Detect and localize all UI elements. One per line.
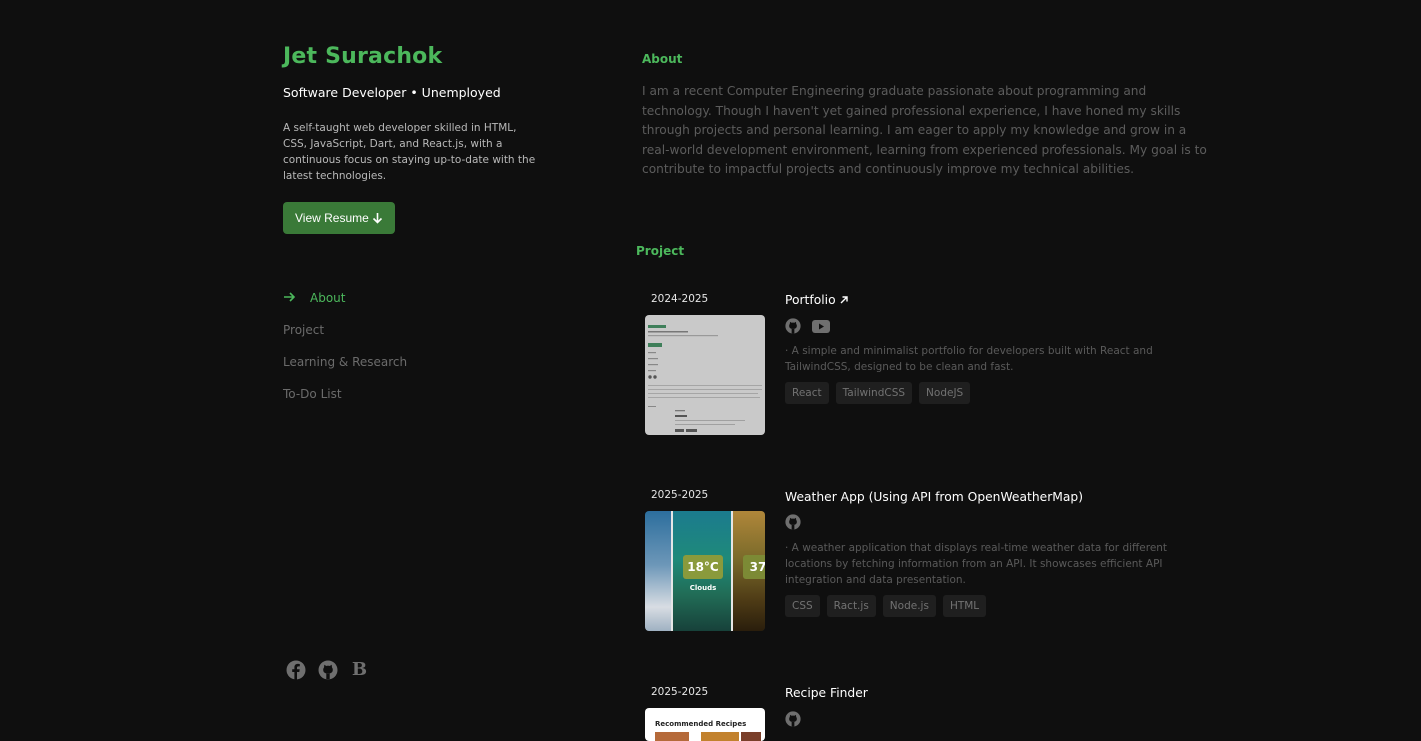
project-description: · A simple and minimalist portfolio for …: [785, 345, 1153, 373]
tag: Ract.js: [826, 595, 876, 617]
github-icon[interactable]: [785, 711, 801, 727]
about-text: I am a recent Computer Engineering gradu…: [642, 84, 1207, 176]
profile-column: Jet Surachok Software Developer • Unempl…: [283, 44, 563, 410]
facebook-icon[interactable]: [285, 659, 306, 680]
project-card-portfolio[interactable]: 2024-2025 Portfolio · A simple and minim…: [645, 293, 1215, 443]
nav-item-about[interactable]: About: [283, 282, 563, 314]
project-tags: React TailwindCSS NodeJS: [785, 382, 971, 404]
social-links: B: [285, 659, 370, 680]
nav-label-about: About: [310, 291, 346, 305]
project-thumbnail[interactable]: Recommended Recipes: [645, 708, 765, 741]
project-thumbnail[interactable]: 18°C Clouds 37: [645, 511, 765, 631]
blog-b-icon[interactable]: B: [349, 659, 370, 680]
project-title: Portfolio: [785, 293, 836, 307]
tag: NodeJS: [919, 382, 971, 404]
project-thumbnail[interactable]: [645, 315, 765, 435]
recipe-thumbnail-heading: Recommended Recipes: [655, 720, 747, 728]
profile-name: Jet Surachok: [283, 44, 443, 69]
arrow-right-icon: [283, 290, 310, 306]
project-title[interactable]: Recipe Finder: [785, 686, 868, 700]
profile-bio: A self-taught web developer skilled in H…: [283, 122, 536, 182]
recipe-thumbnail-image: [701, 732, 739, 741]
view-resume-label: View Resume: [295, 211, 369, 225]
tag: React: [785, 382, 829, 404]
project-description: · A weather application that displays re…: [785, 542, 1168, 586]
thumbnail-panel: 18°C Clouds: [673, 511, 733, 631]
about-heading: About: [642, 52, 683, 66]
profile-role: Software Developer • Unemployed: [283, 85, 501, 100]
nav-item-project[interactable]: Project: [283, 314, 563, 346]
project-year: 2025-2025: [651, 686, 709, 698]
nav-label-project: Project: [283, 323, 325, 337]
project-year: 2025-2025: [651, 489, 709, 501]
project-tags: CSS Ract.js Node.js HTML: [785, 595, 987, 617]
tag: HTML: [942, 595, 987, 617]
recipe-thumbnail-image: [741, 732, 761, 741]
nav-label-learning-research: Learning & Research: [283, 355, 408, 369]
external-link-icon: [840, 296, 848, 304]
project-year: 2024-2025: [651, 293, 709, 305]
nav-item-learning-research[interactable]: Learning & Research: [283, 346, 563, 378]
weather-condition: Clouds: [689, 584, 717, 592]
github-icon[interactable]: [317, 659, 338, 680]
temperature-readout: 37: [743, 555, 765, 579]
project-card-recipe-finder[interactable]: 2025-2025 Recommended Recipes Recipe Fin…: [645, 686, 1215, 741]
github-icon[interactable]: [785, 318, 801, 334]
project-card-weather-app[interactable]: 2025-2025 18°C Clouds 37 Weather App (Us…: [645, 489, 1215, 639]
tag: TailwindCSS: [835, 382, 913, 404]
github-icon[interactable]: [785, 514, 801, 530]
tag: CSS: [785, 595, 820, 617]
project-heading: Project: [636, 244, 685, 258]
thumbnail-panel: [645, 511, 673, 631]
project-links: [785, 711, 801, 727]
recipe-thumbnail-image: [655, 732, 689, 741]
nav-label-todo-list: To-Do List: [283, 387, 342, 401]
nav-item-todo-list[interactable]: To-Do List: [283, 378, 563, 410]
section-nav: About Project Learning & Research To-Do …: [283, 282, 563, 410]
temperature-readout: 18°C: [683, 555, 723, 579]
tag: Node.js: [882, 595, 936, 617]
youtube-icon[interactable]: [812, 319, 830, 333]
thumbnail-panel: 37: [733, 511, 765, 631]
project-title-link[interactable]: Portfolio: [785, 293, 848, 307]
arrow-down-icon: [372, 213, 382, 224]
portfolio-page: Jet Surachok Software Developer • Unempl…: [0, 0, 1421, 741]
project-title[interactable]: Weather App (Using API from OpenWeatherM…: [785, 490, 1083, 504]
view-resume-button[interactable]: View Resume: [283, 202, 395, 234]
project-links: [785, 514, 801, 530]
project-links: [785, 318, 830, 334]
